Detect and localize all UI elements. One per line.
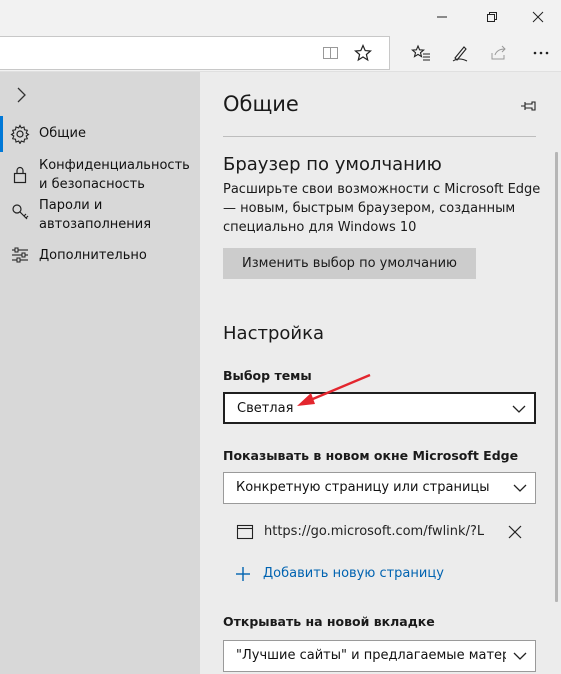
sliders-icon — [10, 245, 30, 265]
pen-icon — [452, 46, 468, 62]
maximize-icon — [487, 12, 497, 22]
favorites-hub-icon — [411, 44, 430, 61]
add-page-label: Добавить новую страницу — [263, 566, 444, 581]
divider — [223, 136, 536, 137]
sidebar-item-label: Общие — [39, 126, 86, 141]
start-page-url[interactable]: https://go.microsoft.com/fwlink/?Link — [264, 524, 484, 539]
favorites-hub-button[interactable] — [404, 34, 438, 72]
more-button[interactable] — [524, 34, 558, 72]
add-favorite-button[interactable] — [346, 34, 380, 72]
share-icon — [491, 45, 506, 60]
reading-view-button[interactable] — [314, 34, 348, 72]
new-tab-select[interactable]: "Лучшие сайты" и предлагаемые материа — [223, 640, 536, 672]
favorites-star-icon — [354, 44, 372, 62]
settings-sidebar: Общие Конфиденциальность и безопасность … — [0, 72, 200, 674]
settings-panel: Общие Браузер по умолчанию Расширьте сво… — [200, 72, 561, 674]
sidebar-item-privacy[interactable]: Конфиденциальность и безопасность — [0, 156, 200, 196]
expand-sidebar-button[interactable] — [10, 84, 32, 106]
sidebar-item-label: Дополнительно — [39, 248, 147, 263]
chevron-down-icon — [513, 484, 527, 492]
minimize-button[interactable] — [419, 0, 465, 34]
browser-toolbar — [0, 34, 561, 72]
maximize-button[interactable] — [469, 0, 515, 34]
pin-icon — [521, 101, 536, 111]
sidebar-item-general[interactable]: Общие — [0, 122, 200, 146]
chevron-down-icon — [512, 405, 526, 413]
page-title: Общие — [223, 92, 299, 116]
change-default-button[interactable]: Изменить выбор по умолчанию — [223, 248, 476, 279]
sidebar-item-passwords[interactable]: Пароли и автозаполнения — [0, 196, 200, 236]
chevron-right-icon — [17, 87, 26, 103]
gear-icon — [10, 124, 30, 144]
more-icon — [533, 51, 549, 55]
sidebar-item-label: Конфиденциальность и безопасность — [39, 158, 190, 192]
theme-label: Выбор темы — [223, 368, 312, 383]
chevron-down-icon — [513, 652, 527, 660]
open-with-select-value: Конкретную страницу или страницы — [236, 480, 490, 495]
open-with-label: Показывать в новом окне Microsoft Edge — [223, 448, 519, 463]
key-icon — [10, 202, 30, 222]
pen-button[interactable] — [443, 34, 477, 72]
reading-view-icon — [323, 47, 338, 59]
pin-panel-button[interactable] — [518, 96, 538, 116]
close-icon[interactable] — [507, 524, 523, 540]
theme-select-value: Светлая — [237, 401, 294, 416]
minimize-icon — [437, 16, 447, 18]
default-browser-heading: Браузер по умолчанию — [223, 154, 442, 175]
new-tab-label: Открывать на новой вкладке — [223, 614, 435, 629]
close-icon — [532, 11, 544, 23]
sidebar-item-label: Пароли и автозаполнения — [39, 198, 152, 232]
default-browser-description: Расширьте свои возможности с Microsoft E… — [223, 182, 541, 235]
start-page-row: https://go.microsoft.com/fwlink/?Link — [223, 516, 536, 550]
scrollbar[interactable] — [555, 152, 558, 602]
theme-select[interactable]: Светлая — [223, 392, 536, 424]
plus-icon — [236, 567, 250, 581]
new-tab-select-value: "Лучшие сайты" и предлагаемые материа — [236, 648, 506, 663]
close-window-button[interactable] — [515, 0, 561, 34]
lock-icon — [10, 164, 30, 184]
sidebar-item-advanced[interactable]: Дополнительно — [0, 244, 200, 268]
share-button[interactable] — [482, 34, 516, 72]
customize-heading: Настройка — [223, 323, 324, 344]
page-icon — [236, 524, 254, 540]
open-with-select[interactable]: Конкретную страницу или страницы — [223, 472, 536, 504]
title-bar — [0, 0, 561, 34]
